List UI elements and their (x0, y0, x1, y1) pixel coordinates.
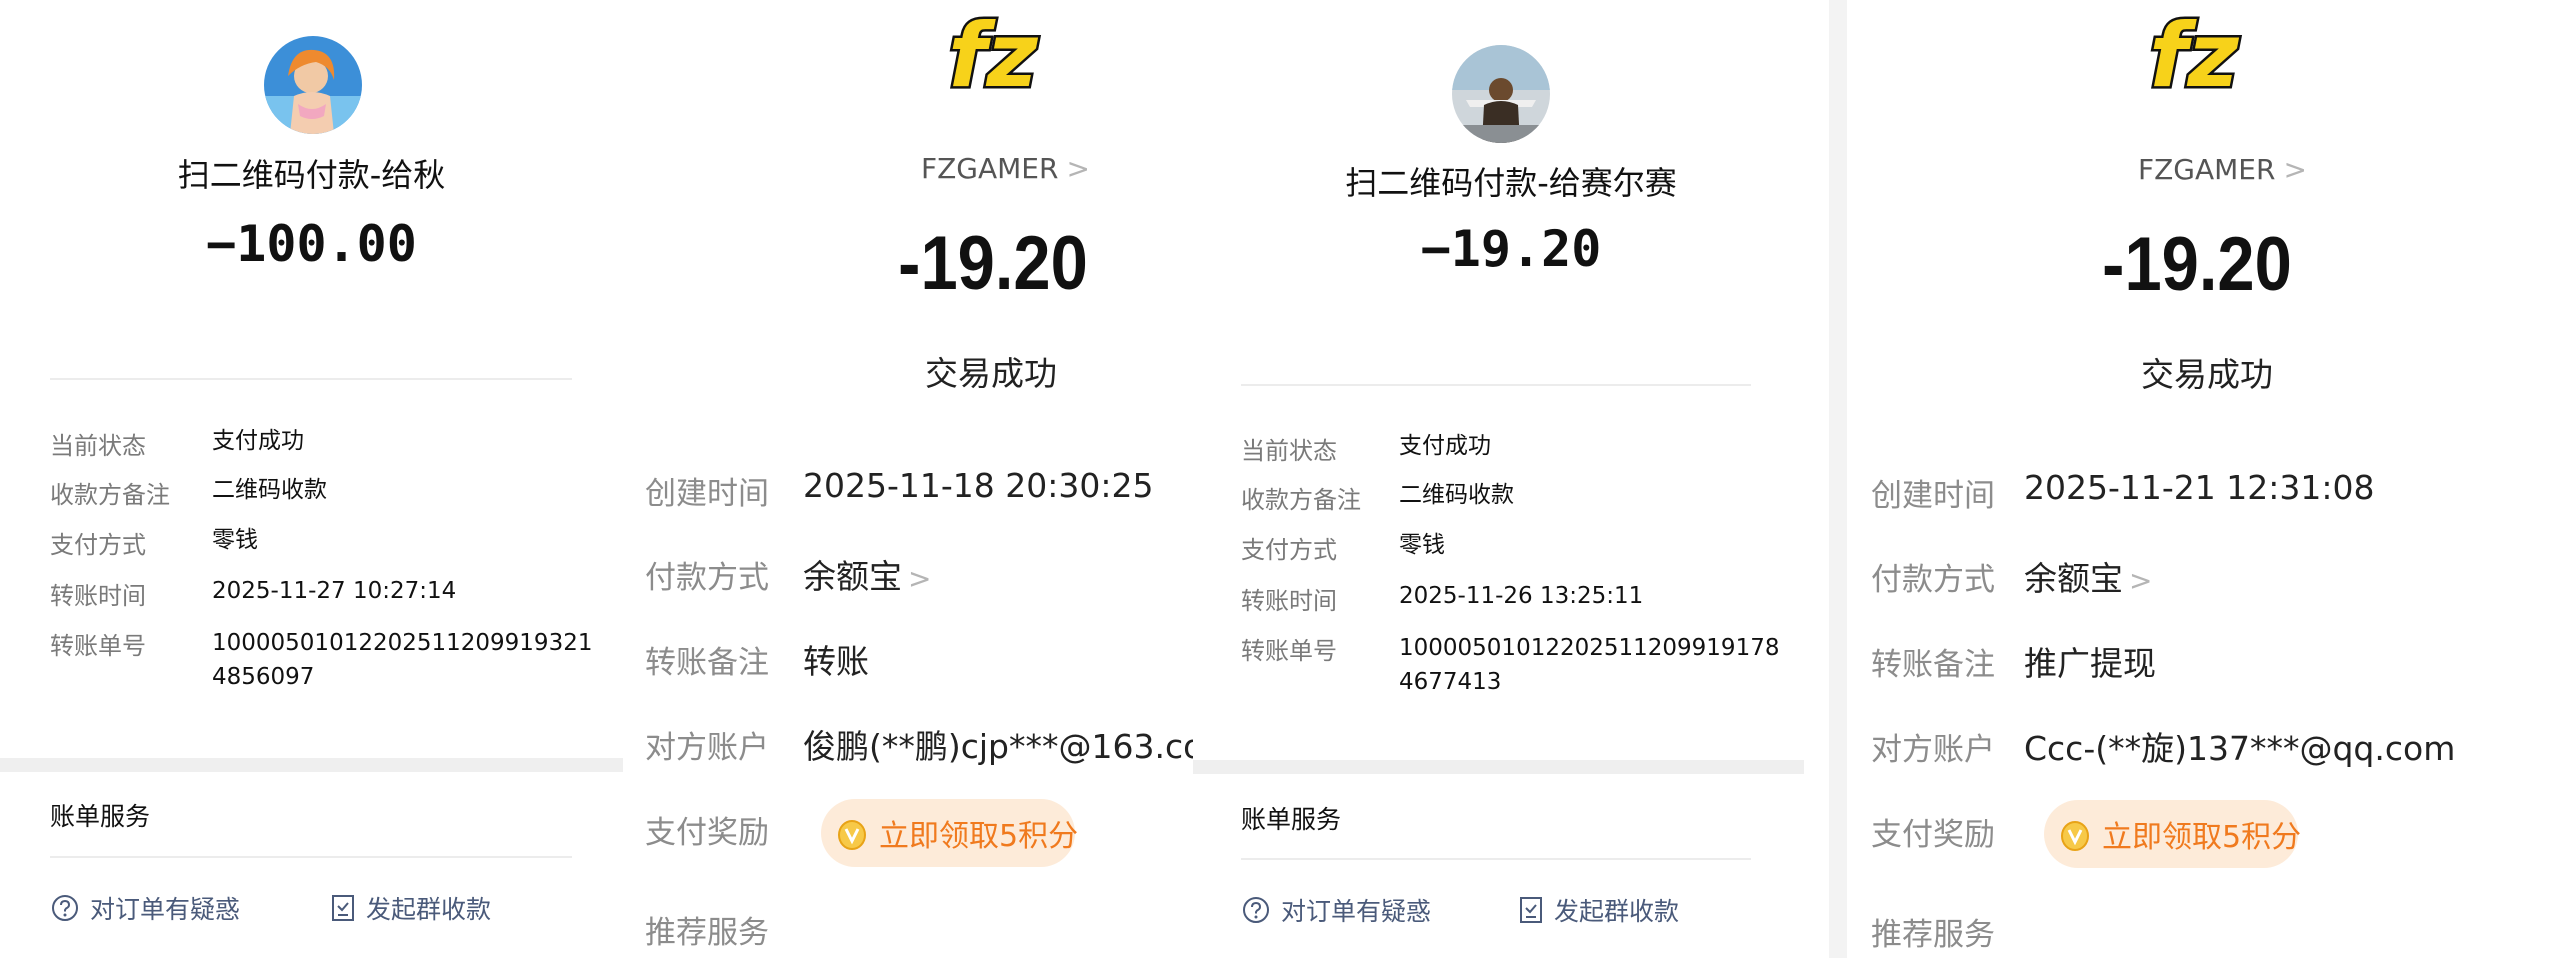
payee-note-value: 二维码收款 (1399, 482, 1514, 508)
pay-method-text: 余额宝 (803, 557, 902, 596)
divider (1241, 858, 1751, 860)
status-value: 支付成功 (1399, 433, 1491, 459)
transfer-time-label: 转账时间 (1241, 587, 1337, 615)
transfer-note-value: 转账 (803, 642, 869, 681)
group-collect-label: 发起群收款 (1554, 897, 1680, 926)
transfer-id-value: 100005010122025112099191784677413 (1399, 635, 1780, 695)
payment-amount: −100.00 (206, 215, 417, 273)
created-time-label: 创建时间 (1871, 478, 1995, 514)
pay-method-value[interactable]: 余额宝 > (2024, 552, 2152, 600)
bill-icon (332, 895, 354, 921)
claim-points-label: 立即领取5积分 (879, 819, 1079, 854)
transfer-time-value: 2025-11-27 10:27:14 (212, 578, 457, 604)
created-time-value: 2025-11-21 12:31:08 (2024, 468, 2375, 507)
svg-text:fz: fz (948, 6, 1038, 106)
pay-method-value: 零钱 (212, 527, 258, 553)
pay-method-label: 支付方式 (50, 531, 146, 559)
divider (1241, 384, 1751, 386)
merchant-logo: fz (946, 6, 1041, 106)
question-circle-icon (52, 895, 78, 921)
alipay-bill-panel-2: fz FZGAMER > -19.20 交易成功 创建时间 2025-11-21 … (1847, 0, 2560, 958)
wechat-bill-panel-1: 扫二维码付款-给秋 −100.00 当前状态 支付成功 收款方备注 二维码收款 … (0, 0, 623, 958)
group-collect-link[interactable]: 发起群收款 (1518, 892, 1679, 928)
reward-label: 支付奖励 (1871, 817, 1995, 853)
pay-method-label: 付款方式 (1871, 562, 1995, 598)
payment-amount: -19.20 (898, 221, 1088, 306)
counterparty-value: Ccc-(**旋)137***@qq.com (2024, 729, 2456, 768)
divider (50, 856, 572, 858)
payment-amount: −19.20 (1420, 220, 1602, 278)
pay-method-value[interactable]: 余额宝 > (803, 550, 931, 598)
merchant-link[interactable]: FZGAMER > (921, 152, 1090, 185)
created-time-label: 创建时间 (645, 476, 769, 512)
wechat-bill-panel-2: 扫二维码付款-给赛尔赛 −19.20 当前状态 支付成功 收款方备注 二维码收款… (1193, 0, 1829, 958)
payment-title: 扫二维码付款-给赛尔赛 (1345, 164, 1677, 202)
status-value: 支付成功 (212, 428, 304, 454)
reward-label: 支付奖励 (645, 815, 769, 851)
transfer-time-label: 转账时间 (50, 582, 146, 610)
counterparty-label: 对方账户 (1871, 732, 1995, 768)
recommended-service-label: 推荐服务 (645, 915, 769, 951)
payee-avatar (1452, 45, 1550, 143)
pay-method-value: 零钱 (1399, 532, 1445, 558)
panel-gap (1829, 0, 1847, 958)
claim-points-button[interactable]: 立即领取5积分 (821, 799, 1079, 867)
section-separator (0, 758, 623, 772)
payee-note-label: 收款方备注 (50, 481, 170, 509)
counterparty-value: 俊鹏(**鹏)cjp***@163.com (803, 727, 1193, 766)
alipay-bill-panel-1: fz FZGAMER > -19.20 交易成功 创建时间 2025-11-18 … (623, 0, 1193, 958)
merchant-name: FZGAMER (921, 152, 1059, 185)
pay-method-label: 支付方式 (1241, 536, 1337, 564)
merchant-name: FZGAMER (2138, 153, 2276, 186)
payee-avatar (264, 36, 362, 134)
section-separator (1193, 760, 1804, 774)
status-label: 当前状态 (50, 432, 146, 460)
merchant-logo: fz (2147, 6, 2242, 106)
svg-text:fz: fz (2149, 6, 2239, 106)
pay-method-label: 付款方式 (645, 560, 769, 596)
coin-icon (838, 820, 866, 850)
group-collect-label: 发起群收款 (366, 895, 492, 924)
counterparty-label: 对方账户 (645, 730, 769, 766)
transfer-time-value: 2025-11-26 13:25:11 (1399, 583, 1644, 609)
transfer-id-value: 100005010122025112099193214856097 (212, 630, 593, 690)
pay-method-text: 余额宝 (2024, 559, 2123, 598)
transaction-status: 交易成功 (925, 354, 1057, 393)
chevron-right-icon: > (1066, 152, 1090, 185)
payee-note-label: 收款方备注 (1241, 486, 1361, 514)
claim-points-button[interactable]: 立即领取5积分 (2044, 800, 2302, 868)
transaction-status: 交易成功 (2141, 355, 2273, 394)
payee-note-value: 二维码收款 (212, 477, 327, 503)
bill-service-title: 账单服务 (1241, 805, 1342, 834)
order-question-label: 对订单有疑惑 (90, 895, 241, 924)
question-circle-icon (1243, 897, 1269, 923)
status-label: 当前状态 (1241, 437, 1337, 465)
payment-amount: -19.20 (2102, 222, 2292, 307)
merchant-link[interactable]: FZGAMER > (2138, 153, 2307, 186)
bill-service-title: 账单服务 (50, 802, 151, 831)
chevron-right-icon: > (908, 562, 932, 595)
order-question-link[interactable]: 对订单有疑惑 (1241, 892, 1431, 928)
coin-icon (2061, 821, 2089, 851)
created-time-value: 2025-11-18 20:30:25 (803, 466, 1154, 505)
bill-icon (1520, 897, 1542, 923)
transfer-id-label: 转账单号 (50, 632, 146, 660)
order-question-link[interactable]: 对订单有疑惑 (50, 890, 240, 926)
transfer-note-value: 推广提现 (2024, 644, 2156, 683)
divider (50, 378, 572, 380)
transfer-note-label: 转账备注 (645, 645, 769, 681)
transfer-id-label: 转账单号 (1241, 637, 1337, 665)
payment-title: 扫二维码付款-给秋 (177, 156, 446, 194)
chevron-right-icon: > (2129, 564, 2153, 597)
recommended-service-label: 推荐服务 (1871, 917, 1995, 953)
claim-points-label: 立即领取5积分 (2102, 820, 2302, 855)
chevron-right-icon: > (2283, 153, 2307, 186)
transfer-note-label: 转账备注 (1871, 647, 1995, 683)
group-collect-link[interactable]: 发起群收款 (330, 890, 491, 926)
order-question-label: 对订单有疑惑 (1281, 897, 1432, 926)
